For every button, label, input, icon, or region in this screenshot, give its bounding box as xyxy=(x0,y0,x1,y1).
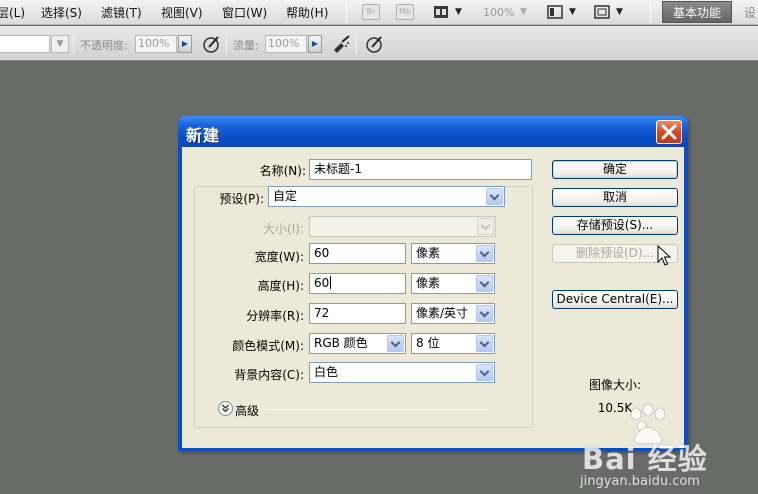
menu-filter[interactable]: 滤镜(T) xyxy=(101,4,142,21)
chevron-down-icon[interactable] xyxy=(476,275,493,292)
dialog-titlebar[interactable]: 新建 xyxy=(178,116,688,147)
flow-input[interactable]: 100% xyxy=(265,35,307,53)
height-value: 60 xyxy=(314,276,330,290)
workspace-essentials-button[interactable]: 基本功能 xyxy=(662,1,732,23)
pressure-size-icon[interactable] xyxy=(364,34,384,54)
arrange-documents-icon[interactable] xyxy=(547,4,563,20)
close-icon xyxy=(661,124,677,140)
color-mode-label: 颜色模式(M): xyxy=(232,339,304,353)
options-bar: ▼ 不透明度: 100% ▶ 流量: 100% ▶ xyxy=(0,26,758,61)
preset-value: 自定 xyxy=(273,189,298,203)
chevron-down-icon[interactable] xyxy=(476,364,493,381)
advanced-toggle[interactable] xyxy=(218,401,233,416)
size-label: 大小(I): xyxy=(263,222,304,236)
menu-window[interactable]: 窗口(W) xyxy=(222,4,267,21)
size-select xyxy=(309,216,496,237)
chevron-down-icon[interactable] xyxy=(387,335,404,352)
height-unit-select[interactable]: 像素 xyxy=(411,273,495,294)
watermark-url: jingyan.baidu.com xyxy=(580,474,700,489)
height-label: 高度(H): xyxy=(257,279,304,293)
opacity-label: 不透明度: xyxy=(80,39,128,52)
chevron-down-icon[interactable]: ▼ xyxy=(616,7,623,17)
bit-depth-value: 8 位 xyxy=(416,336,440,350)
chevron-down-icon[interactable]: ▼ xyxy=(51,35,69,53)
background-select[interactable]: 白色 xyxy=(309,362,495,383)
double-chevron-down-icon xyxy=(222,404,229,413)
pressure-opacity-icon[interactable] xyxy=(201,34,221,54)
background-value: 白色 xyxy=(314,365,339,379)
menu-separator xyxy=(650,3,651,22)
advanced-divider xyxy=(268,409,488,410)
airbrush-icon[interactable] xyxy=(331,34,351,54)
opacity-slider-arrow[interactable]: ▶ xyxy=(178,35,192,53)
resolution-unit-value: 像素/英寸 xyxy=(416,306,469,320)
new-document-dialog: 新建 名称(N): 未标题-1 预设(P): 自定 大小(I): 宽度(W): … xyxy=(178,116,688,451)
device-central-button[interactable]: Device Central(E)... xyxy=(552,290,678,309)
options-separator xyxy=(73,33,74,55)
zoom-level[interactable]: 100% xyxy=(483,6,514,19)
bridge-button[interactable]: Br xyxy=(362,4,380,20)
resolution-label: 分辨率(R): xyxy=(246,309,304,323)
text-caret xyxy=(330,276,332,289)
resolution-unit-select[interactable]: 像素/英寸 xyxy=(411,303,495,324)
color-mode-value: RGB 颜色 xyxy=(314,336,368,350)
flow-label: 流量: xyxy=(233,39,259,52)
width-field[interactable]: 60 xyxy=(309,243,406,264)
advanced-label: 高级 xyxy=(235,404,260,418)
background-label: 背景内容(C): xyxy=(234,368,304,382)
menu-layer[interactable]: 层(L) xyxy=(0,4,25,21)
bit-depth-select[interactable]: 8 位 xyxy=(411,333,495,354)
preset-label: 预设(P): xyxy=(217,190,266,207)
chevron-down-icon[interactable] xyxy=(476,305,493,322)
cancel-button[interactable]: 取消 xyxy=(552,188,678,207)
workspace-overflow-label[interactable]: 设 xyxy=(744,4,756,21)
height-unit-value: 像素 xyxy=(416,276,441,290)
chevron-down-icon[interactable]: ▼ xyxy=(455,7,462,17)
width-unit-select[interactable]: 像素 xyxy=(411,243,495,264)
menu-bar: 层(L) 选择(S) 滤镜(T) 视图(V) 窗口(W) 帮助(H) Br Mb… xyxy=(0,0,758,25)
options-separator xyxy=(226,33,227,55)
menu-view[interactable]: 视图(V) xyxy=(161,4,203,21)
chevron-down-icon[interactable]: ▼ xyxy=(520,7,527,17)
chevron-down-icon[interactable] xyxy=(486,188,503,205)
screen-mode-icon[interactable] xyxy=(594,4,610,20)
height-field[interactable]: 60 xyxy=(309,273,406,294)
name-field[interactable]: 未标题-1 xyxy=(309,159,532,180)
chevron-down-icon xyxy=(477,218,494,235)
mini-bridge-button[interactable]: Mb xyxy=(396,4,414,20)
width-unit-value: 像素 xyxy=(416,246,441,260)
options-separator xyxy=(356,33,357,55)
image-size-label: 图像大小: xyxy=(588,378,642,392)
opacity-input[interactable]: 100% xyxy=(135,35,177,53)
watermark-brand: Bai 经验 xyxy=(582,442,708,476)
chevron-down-icon[interactable] xyxy=(476,245,493,262)
dialog-title: 新建 xyxy=(186,126,221,145)
menu-separator xyxy=(346,3,347,22)
flow-slider-arrow[interactable]: ▶ xyxy=(308,35,322,53)
resolution-field[interactable]: 72 xyxy=(309,303,406,324)
color-mode-select[interactable]: RGB 颜色 xyxy=(309,333,406,354)
preset-select[interactable]: 自定 xyxy=(268,186,505,207)
close-button[interactable] xyxy=(656,120,682,144)
brush-mode-select[interactable] xyxy=(0,35,50,53)
film-strip-icon[interactable] xyxy=(433,4,449,20)
name-label: 名称(N): xyxy=(259,164,306,178)
width-label: 宽度(W): xyxy=(254,250,304,264)
ok-button[interactable]: 确定 xyxy=(552,160,678,179)
chevron-down-icon[interactable] xyxy=(476,335,493,352)
menu-select[interactable]: 选择(S) xyxy=(41,4,82,21)
save-preset-button[interactable]: 存储预设(S)... xyxy=(552,216,678,235)
chevron-down-icon[interactable]: ▼ xyxy=(569,7,576,17)
mouse-cursor-icon xyxy=(657,245,671,266)
menu-help[interactable]: 帮助(H) xyxy=(286,4,328,21)
